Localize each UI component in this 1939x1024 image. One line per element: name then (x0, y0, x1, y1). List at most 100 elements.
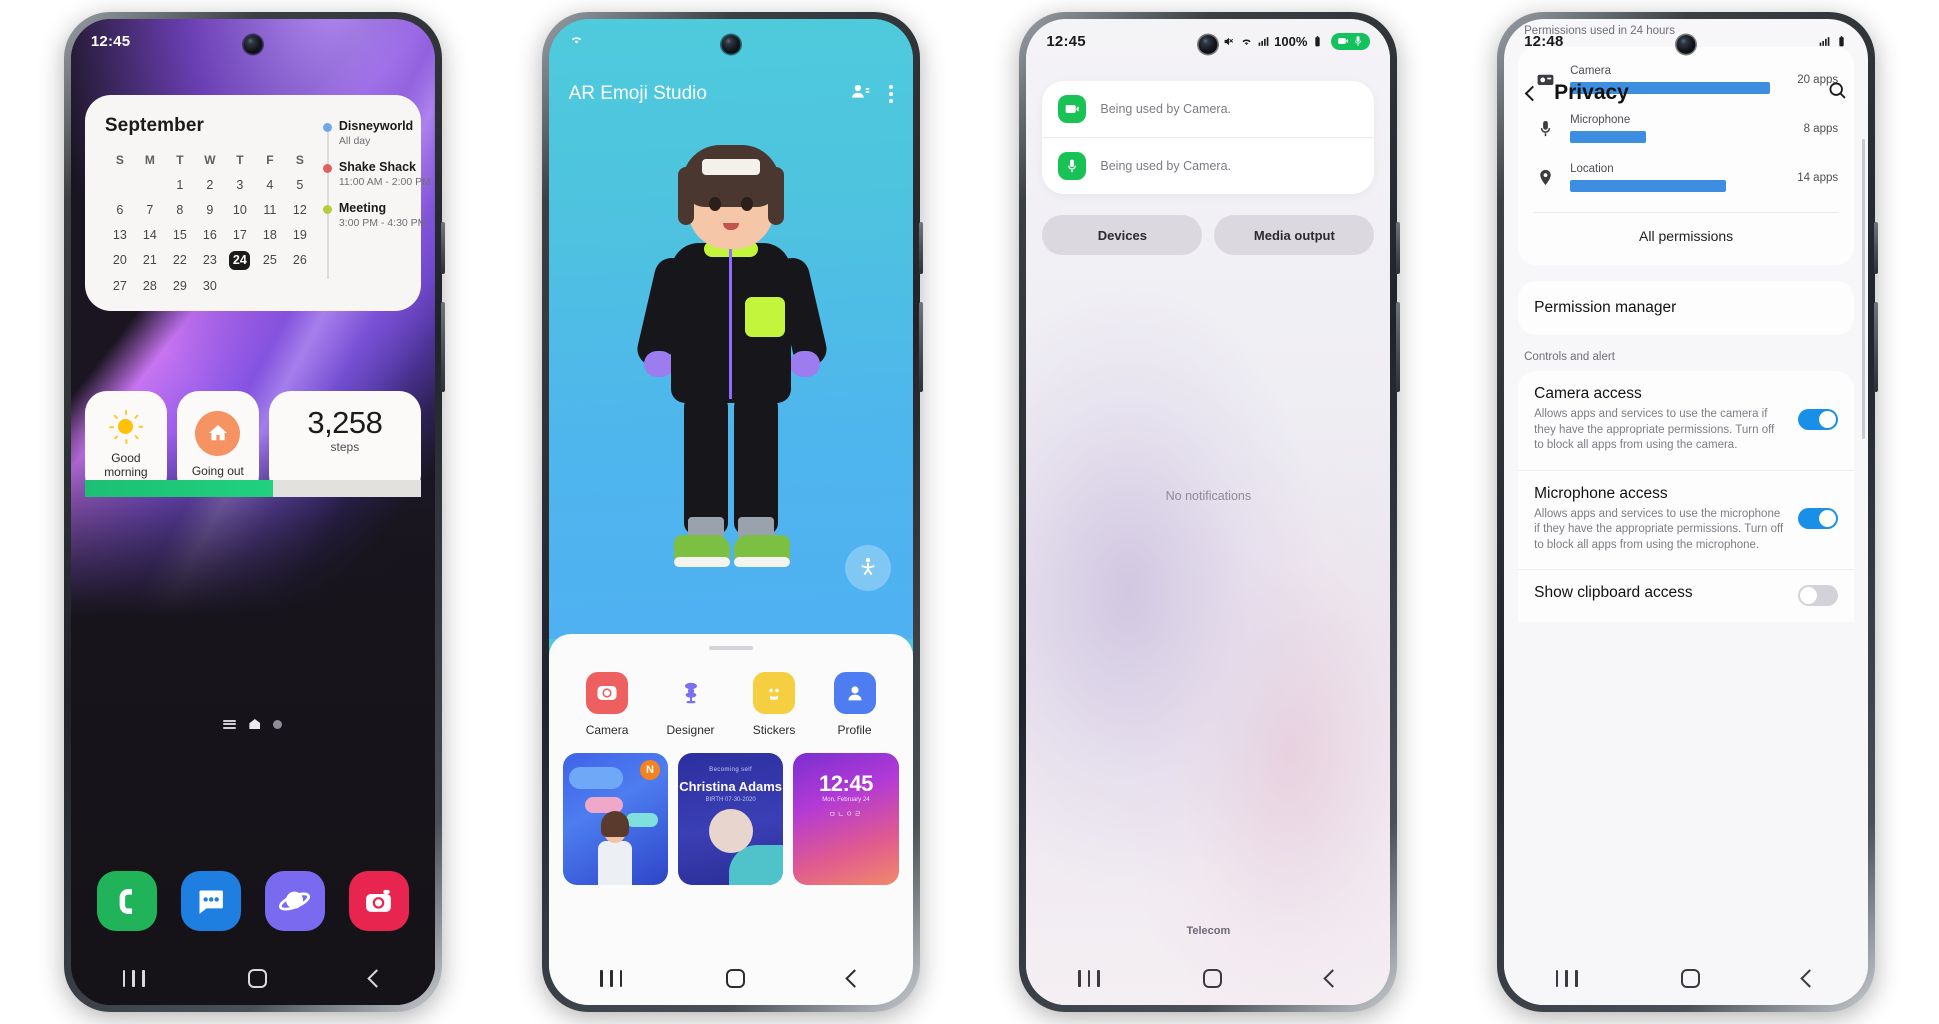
notification-row[interactable]: Being used by Camera. (1042, 137, 1375, 194)
dock-camera-icon[interactable] (348, 871, 409, 931)
ar-card-sticker[interactable]: N (562, 753, 668, 885)
day-cell[interactable]: 6 (105, 201, 135, 219)
page-dot[interactable] (273, 719, 283, 729)
navigation-bar (71, 951, 435, 1005)
routine-going-out-label: Going out (191, 463, 244, 478)
day-cell[interactable] (255, 277, 285, 295)
phone-quick-panel: 12:45 100% Being used by Camera. Being u… (1019, 12, 1401, 1012)
home-icon[interactable] (247, 968, 267, 988)
calendar-event[interactable]: Meeting 3:00 PM - 4:30 PM (322, 201, 431, 229)
dow-cell: T (236, 153, 244, 167)
ar-app-designer[interactable]: Designer (667, 672, 715, 737)
privacy-notification-list: Being used by Camera. Being used by Came… (1042, 81, 1375, 194)
home-icon[interactable] (725, 968, 745, 988)
accessibility-pose-icon[interactable] (844, 545, 891, 591)
day-cell[interactable] (135, 176, 165, 194)
recents-icon[interactable] (600, 969, 623, 987)
calendar-event[interactable]: Disneyworld All day (322, 119, 431, 147)
camera-access-option[interactable]: Camera access Allows apps and services t… (1518, 371, 1855, 470)
day-cell[interactable]: 1 (165, 176, 195, 194)
day-cell[interactable] (225, 277, 255, 295)
camera-access-toggle[interactable] (1798, 408, 1839, 430)
person-add-icon[interactable] (850, 81, 871, 107)
day-cell[interactable]: 20 (105, 251, 135, 270)
ar-app-label: Camera (585, 723, 629, 737)
day-cell[interactable]: 10 (225, 201, 255, 219)
event-color-dot (322, 205, 332, 214)
page-indicator[interactable] (71, 719, 435, 729)
day-cell[interactable]: 3 (225, 176, 255, 194)
day-cell[interactable]: 25 (255, 251, 285, 270)
day-cell[interactable]: 28 (135, 277, 165, 295)
day-cell[interactable]: 17 (225, 226, 255, 244)
day-cell[interactable]: 4 (255, 176, 285, 194)
calendar-widget[interactable]: September S M T W T F S 1 2 3 4 5 6 7 8 … (84, 95, 431, 311)
day-cell[interactable]: 19 (285, 226, 315, 244)
home-icon[interactable] (1203, 968, 1223, 988)
recents-icon[interactable] (122, 969, 145, 987)
day-cell[interactable]: 9 (195, 201, 225, 219)
day-cell[interactable]: 7 (135, 201, 165, 219)
ar-app-row: Camera Designer Stickers Profile (549, 650, 913, 737)
day-cell[interactable]: 18 (255, 226, 285, 244)
recents-icon[interactable] (1555, 969, 1578, 987)
option-title: Show clipboard access (1534, 584, 1693, 601)
calendar-grid[interactable]: S M T W T F S 1 2 3 4 5 6 7 8 9 10 11 12… (105, 151, 315, 295)
search-icon[interactable] (1827, 80, 1848, 106)
media-output-button[interactable]: Media output (1214, 215, 1375, 255)
back-icon[interactable] (1322, 968, 1342, 988)
day-cell[interactable]: 11 (255, 201, 285, 219)
day-cell[interactable]: 14 (135, 226, 165, 244)
day-cell[interactable]: 30 (195, 277, 225, 295)
mic-active-icon (1355, 36, 1362, 46)
day-cell[interactable]: 23 (195, 251, 225, 270)
all-permissions-button[interactable]: All permissions (1534, 212, 1839, 257)
day-cell[interactable]: 21 (135, 251, 165, 270)
more-vertical-icon[interactable] (889, 85, 893, 103)
dock-internet-icon[interactable] (264, 871, 325, 931)
day-cell[interactable]: 29 (165, 277, 195, 295)
permission-usage-row[interactable]: Location 14 apps (1534, 163, 1838, 192)
ar-app-label: Profile (837, 723, 872, 737)
dow-cell: S (295, 153, 304, 167)
permission-manager-item[interactable]: Permission manager (1518, 281, 1855, 335)
calendar-event[interactable]: Shake Shack 11:00 AM - 2:00 PM (322, 160, 431, 188)
steps-widget[interactable]: 3,258 steps (84, 391, 421, 497)
ar-card-wallpaper[interactable]: 12:45 Mon, February 24 ㅁㄴㅇㄹ (793, 753, 899, 885)
day-cell[interactable]: 22 (165, 251, 195, 270)
day-cell[interactable]: 13 (105, 226, 135, 244)
back-icon[interactable] (845, 968, 864, 988)
scrollbar[interactable] (1862, 139, 1866, 439)
home-page-icon[interactable] (249, 719, 261, 729)
recents-icon[interactable] (1078, 969, 1101, 987)
day-cell[interactable]: 5 (285, 176, 315, 194)
back-icon[interactable] (367, 968, 386, 988)
day-cell[interactable] (285, 277, 315, 295)
ar-app-stickers[interactable]: Stickers (753, 672, 795, 737)
back-arrow-icon[interactable] (1524, 85, 1541, 101)
show-clipboard-access-toggle[interactable] (1798, 584, 1839, 606)
microphone-access-toggle[interactable] (1798, 508, 1839, 530)
day-cell[interactable]: 15 (165, 226, 195, 244)
day-cell[interactable]: 27 (105, 277, 135, 295)
ar-card-profile[interactable]: Becoming self Christina Adams BIRTH 07-3… (677, 753, 784, 885)
day-cell-today[interactable]: 24 (229, 251, 251, 270)
apps-list-icon[interactable] (223, 719, 237, 729)
dock-phone-icon[interactable] (96, 871, 157, 931)
day-cell[interactable]: 8 (165, 201, 195, 219)
day-cell[interactable]: 16 (195, 226, 225, 244)
day-cell[interactable]: 12 (285, 201, 315, 219)
ar-avatar-preview[interactable] (549, 115, 913, 585)
home-icon[interactable] (1681, 968, 1701, 988)
ar-app-profile[interactable]: Profile (833, 672, 876, 737)
show-clipboard-access-option[interactable]: Show clipboard access (1518, 569, 1855, 622)
devices-button[interactable]: Devices (1042, 215, 1203, 255)
day-cell[interactable] (105, 176, 135, 194)
day-cell[interactable]: 26 (285, 251, 315, 270)
day-cell[interactable]: 2 (195, 176, 225, 194)
dock-messages-icon[interactable] (180, 871, 241, 931)
microphone-access-option[interactable]: Microphone access Allows apps and servic… (1518, 469, 1855, 569)
back-icon[interactable] (1800, 968, 1820, 988)
notification-row[interactable]: Being used by Camera. (1042, 81, 1374, 137)
ar-app-camera[interactable]: Camera (585, 672, 629, 737)
